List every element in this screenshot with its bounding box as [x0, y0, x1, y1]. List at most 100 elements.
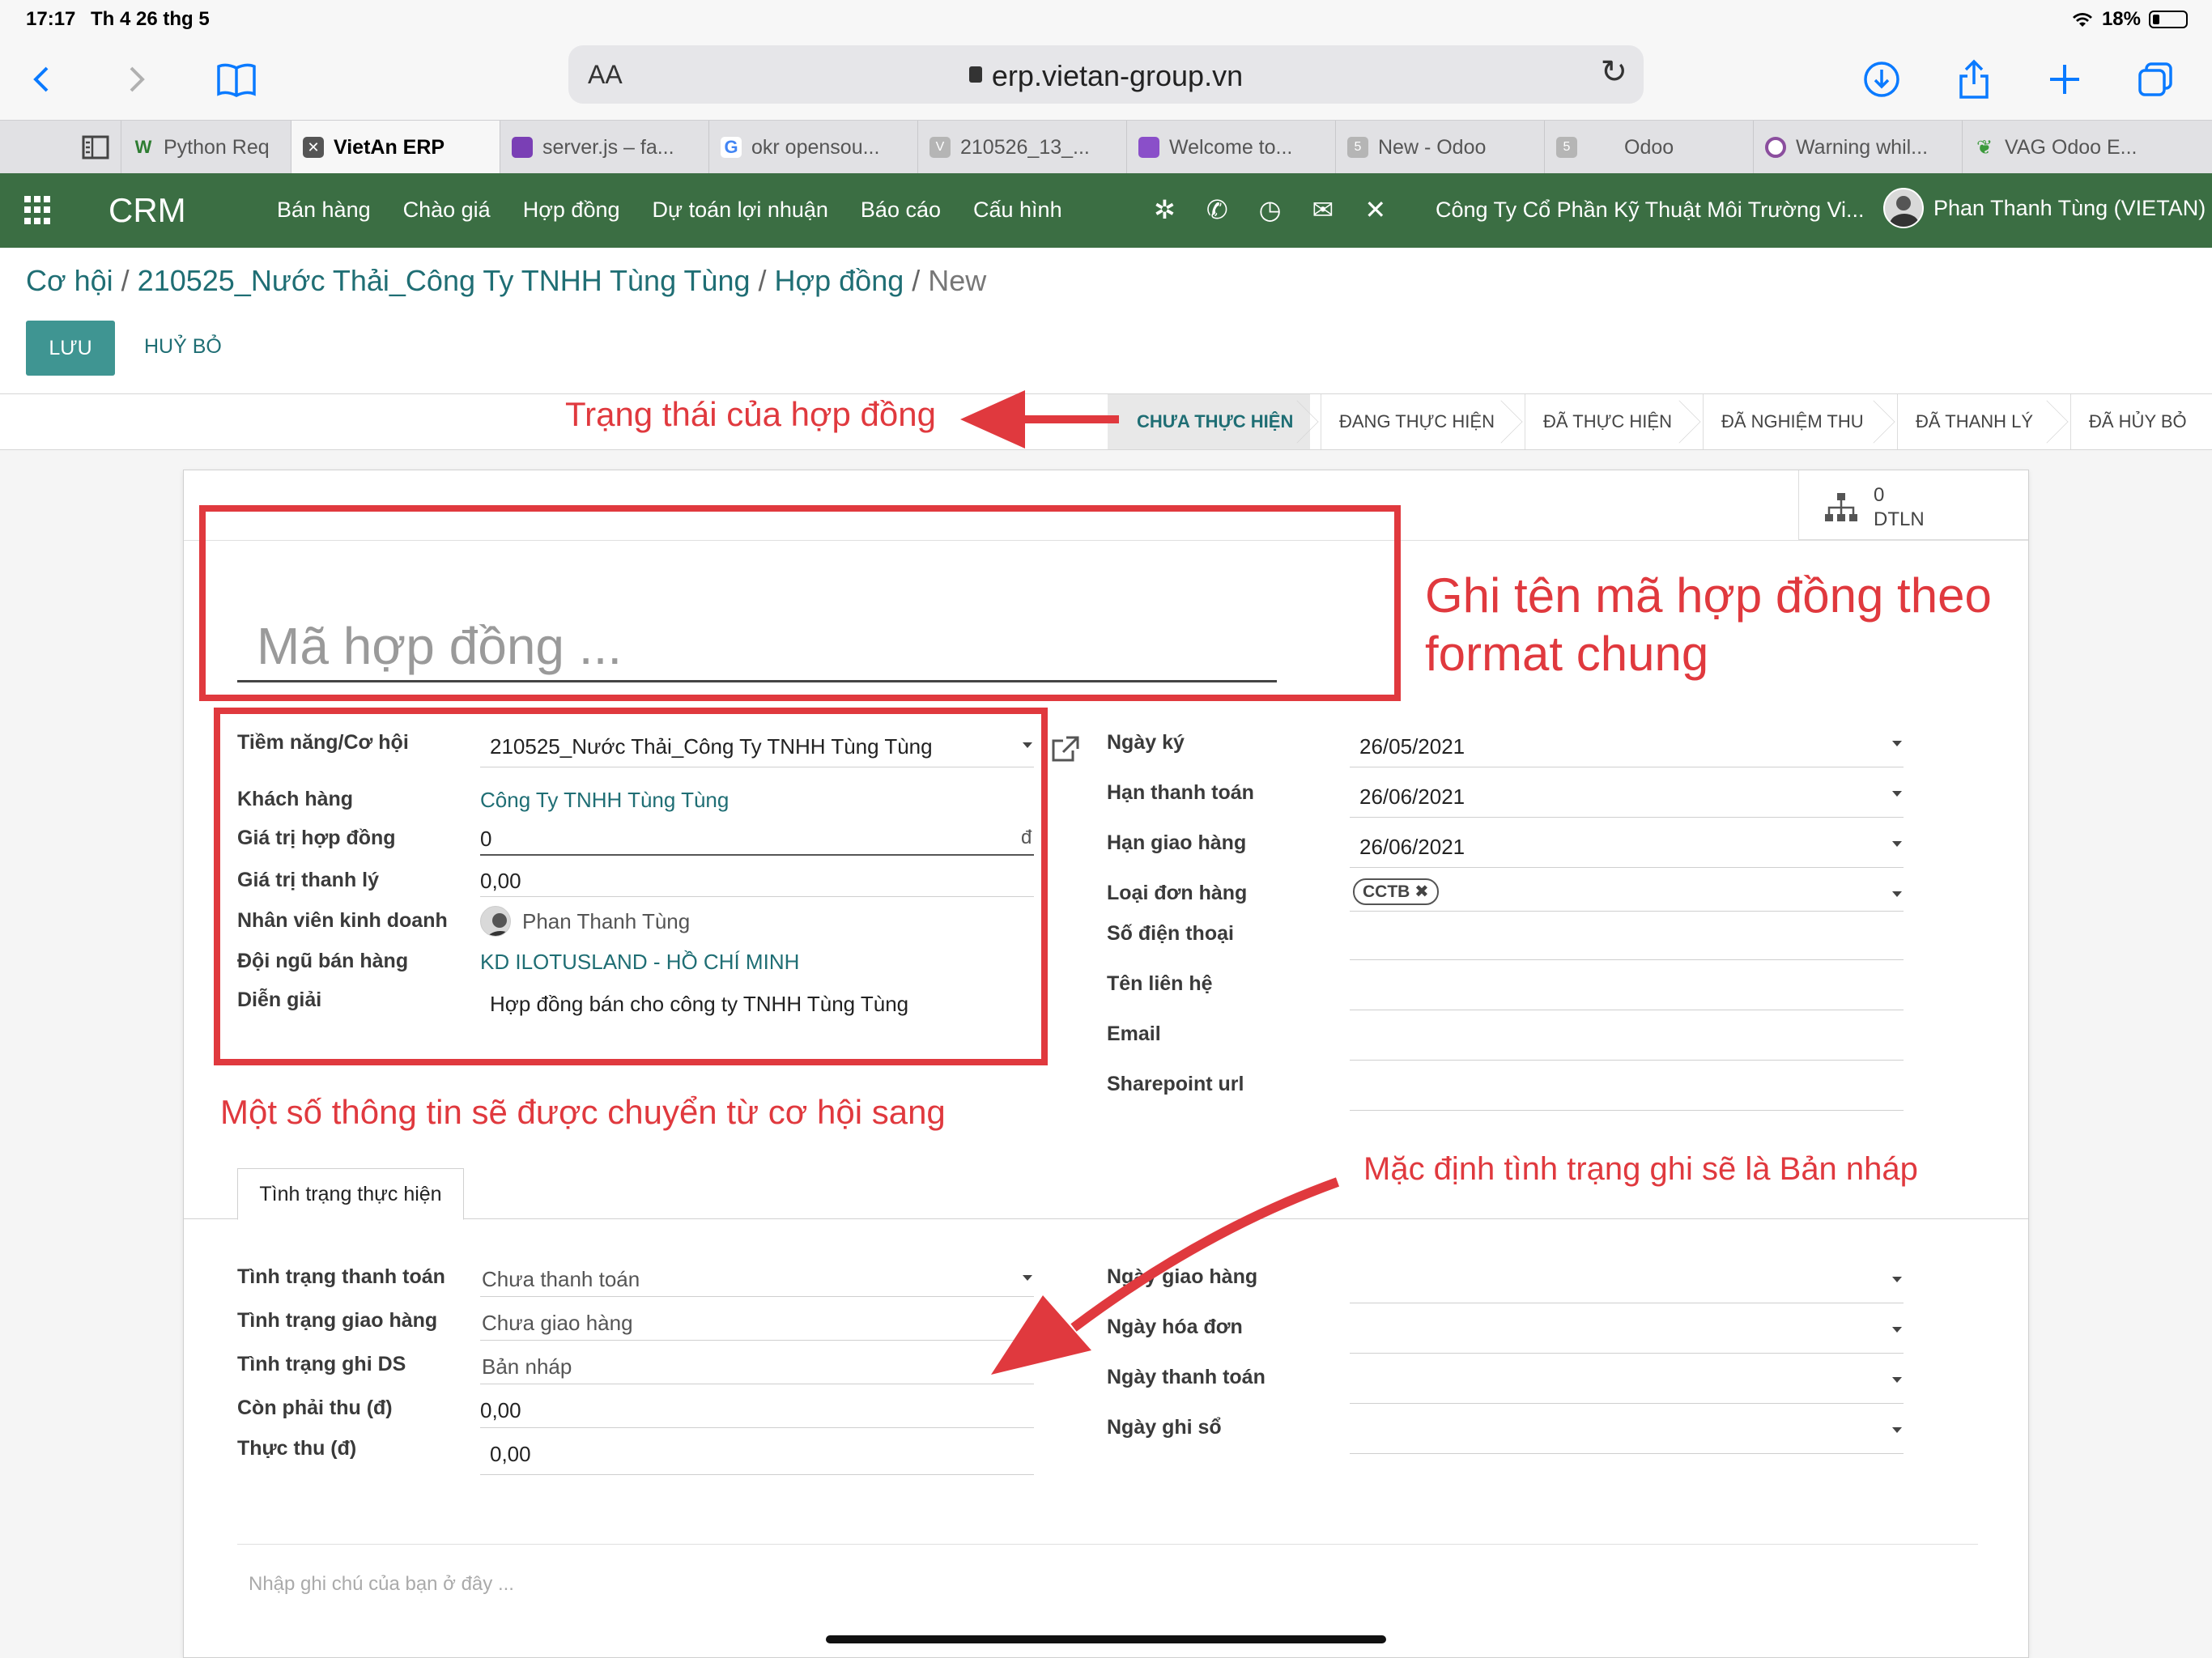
tab-new-odoo[interactable]: 5 New - Odoo [1336, 121, 1545, 174]
payment-due-label: Hạn thanh toán [1107, 781, 1254, 804]
download-icon[interactable] [1856, 53, 1908, 105]
chat-icon[interactable]: ✉ [1312, 194, 1334, 225]
email-label: Email [1107, 1022, 1161, 1045]
annotation-transfer-note: Một số thông tin sẽ được chuyển từ cơ hộ… [220, 1093, 946, 1131]
sharepoint-input[interactable] [1350, 1110, 1904, 1111]
main-menu: Bán hàng Chào giá Hợp đồng Dự toán lợi n… [277, 198, 1062, 223]
collected-value[interactable]: 0,00 [490, 1442, 531, 1467]
email-input[interactable] [1350, 1060, 1904, 1061]
tab-odoo[interactable]: 5 Odoo [1545, 121, 1754, 174]
chevron-down-icon[interactable] [1892, 741, 1902, 746]
breadcrumb-item-hop-dong[interactable]: Hợp đồng [775, 264, 904, 297]
breadcrumb-item-co-hoi[interactable]: Cơ hội [26, 264, 113, 297]
odoo-icon: 5 [1347, 137, 1368, 158]
stage-chua-thuc-hien[interactable]: CHƯA THỰC HIỆN [1108, 394, 1319, 449]
tab-serverjs[interactable]: server.js – fa... [500, 121, 709, 174]
breadcrumb: Cơ hội/210525_Nước Thải_Công Ty TNHH Tùn… [26, 264, 987, 297]
browser-toolbar: AA erp.vietan-group.vn ↻ [0, 39, 2212, 120]
stage-da-thuc-hien[interactable]: ĐÃ THỰC HIỆN [1514, 394, 1701, 449]
bookmarks-icon[interactable] [211, 53, 262, 105]
ds-status-select[interactable]: Bản nháp [482, 1354, 572, 1380]
smart-button-dtln[interactable]: 0 DTLN [1798, 470, 2028, 540]
tab-warning[interactable]: Warning whil... [1754, 121, 1963, 174]
dtln-count: 0 [1874, 484, 1885, 506]
home-indicator [826, 1635, 1386, 1643]
sign-date-label: Ngày ký [1107, 731, 1185, 754]
contact-name-label: Tên liên hệ [1107, 972, 1213, 995]
chevron-down-icon[interactable] [1892, 841, 1902, 847]
phone-icon[interactable]: ✆ [1206, 194, 1228, 225]
menu-item-cau-hinh[interactable]: Cấu hình [973, 198, 1062, 223]
posting-date-input[interactable] [1350, 1453, 1904, 1454]
payment-due-input[interactable]: 26/06/2021 [1359, 784, 1465, 810]
annotation-default-note: Mặc định tình trạng ghi sẽ là Bản nháp [1363, 1151, 1918, 1187]
phone-input[interactable] [1350, 959, 1904, 960]
note-input[interactable]: Nhập ghi chú của bạn ở đây ... [249, 1573, 514, 1596]
menu-item-bao-cao[interactable]: Báo cáo [861, 198, 941, 223]
share-icon[interactable] [1948, 53, 2000, 105]
delivery-due-input[interactable]: 26/06/2021 [1359, 835, 1465, 860]
new-tab-icon[interactable] [2039, 53, 2091, 105]
external-link-icon[interactable] [1050, 734, 1081, 763]
tab-welcome[interactable]: Welcome to... [1127, 121, 1336, 174]
browser-tab-bar: W Python Req ✕ VietAn ERP server.js – fa… [0, 120, 2212, 174]
tab-python-req[interactable]: W Python Req [121, 121, 291, 174]
chevron-down-icon[interactable] [1892, 1427, 1902, 1433]
user-menu[interactable]: Phan Thanh Tùng (VIETAN) [1883, 188, 2206, 228]
url-text: erp.vietan-group.vn [991, 59, 1244, 92]
menu-item-ban-hang[interactable]: Bán hàng [277, 198, 371, 223]
payment-status-select[interactable]: Chưa thanh toán [482, 1267, 640, 1292]
order-type-tag[interactable]: CCTB ✖ [1353, 878, 1439, 905]
stage-dang-thuc-hien[interactable]: ĐANG THỰC HIỆN [1310, 394, 1523, 449]
delivery-due-label: Hạn giao hàng [1107, 831, 1247, 854]
app-brand[interactable]: CRM [108, 191, 186, 230]
chevron-down-icon[interactable] [1892, 1327, 1902, 1333]
sign-date-input[interactable]: 26/05/2021 [1359, 734, 1465, 759]
site-icon [512, 137, 533, 158]
close-tab-icon[interactable]: ✕ [303, 137, 324, 158]
chevron-down-icon[interactable] [1892, 1377, 1902, 1383]
stage-da-huy-bo[interactable]: ĐÃ HỦY BỎ [2060, 394, 2212, 449]
battery-icon [2149, 11, 2188, 28]
bug-icon[interactable]: ✲ [1154, 194, 1176, 225]
menu-item-chao-gia[interactable]: Chào giá [403, 198, 491, 223]
address-bar[interactable]: AA erp.vietan-group.vn ↻ [568, 45, 1644, 104]
menu-item-hop-dong[interactable]: Hợp đồng [523, 198, 620, 223]
systray: ✲ ✆ ◷ ✉ ✕ [1154, 194, 1386, 225]
delivery-status-select[interactable]: Chưa giao hàng [482, 1311, 633, 1336]
tab-210526[interactable]: V 210526_13_... [918, 121, 1127, 174]
back-icon[interactable] [16, 53, 68, 105]
stage-da-thanh-ly[interactable]: ĐÃ THANH LÝ [1887, 394, 2069, 449]
tab-tinh-trang-thuc-hien[interactable]: Tình trạng thực hiện [237, 1168, 464, 1220]
apps-menu-icon[interactable] [24, 196, 53, 225]
annotation-box-contract-code [199, 505, 1401, 701]
tab-vietan-erp[interactable]: ✕ VietAn ERP [291, 121, 500, 174]
circle-icon [1765, 137, 1786, 158]
invoice-date-input[interactable] [1350, 1353, 1904, 1354]
payment-date-input[interactable] [1350, 1403, 1904, 1404]
save-button[interactable]: LƯU [26, 321, 115, 376]
stage-bar: CHƯA THỰC HIỆN ĐANG THỰC HIỆN ĐÃ THỰC HI… [1108, 394, 2212, 449]
discard-button[interactable]: HUỶ BỎ [144, 335, 222, 359]
company-switcher[interactable]: Công Ty Cổ Phần Kỹ Thuật Môi Trường Vi..… [1436, 198, 1865, 223]
remove-tag-icon[interactable]: ✖ [1414, 882, 1429, 901]
dtln-label: DTLN [1874, 508, 1925, 530]
receivable-value[interactable]: 0,00 [480, 1398, 521, 1423]
chevron-down-icon[interactable] [1892, 791, 1902, 797]
reload-icon[interactable]: ↻ [1600, 53, 1627, 91]
chevron-down-icon[interactable] [1892, 891, 1902, 897]
tab-okr[interactable]: G okr opensou... [709, 121, 918, 174]
delivery-status-label: Tình trạng giao hàng [237, 1309, 438, 1332]
tools-icon[interactable]: ✕ [1364, 194, 1386, 225]
breadcrumb-item-opportunity[interactable]: 210525_Nước Thải_Công Ty TNHH Tùng Tùng [138, 264, 751, 297]
clock-icon[interactable]: ◷ [1259, 194, 1282, 225]
stage-da-nghiem-thu[interactable]: ĐÃ NGHIỆM THU [1692, 394, 1895, 449]
menu-item-du-toan[interactable]: Dự toán lợi nhuận [653, 198, 828, 223]
chevron-down-icon[interactable] [1892, 1277, 1902, 1282]
tab-vag-odoo[interactable]: ❦ VAG Odoo E... [1963, 121, 2172, 174]
arrow-down-left-icon [991, 1177, 1340, 1375]
tabs-overview-icon[interactable] [2129, 53, 2181, 105]
forward-icon[interactable] [110, 53, 162, 105]
sidebar-toggle[interactable] [0, 121, 121, 174]
status-right: 18% [2071, 8, 2188, 31]
